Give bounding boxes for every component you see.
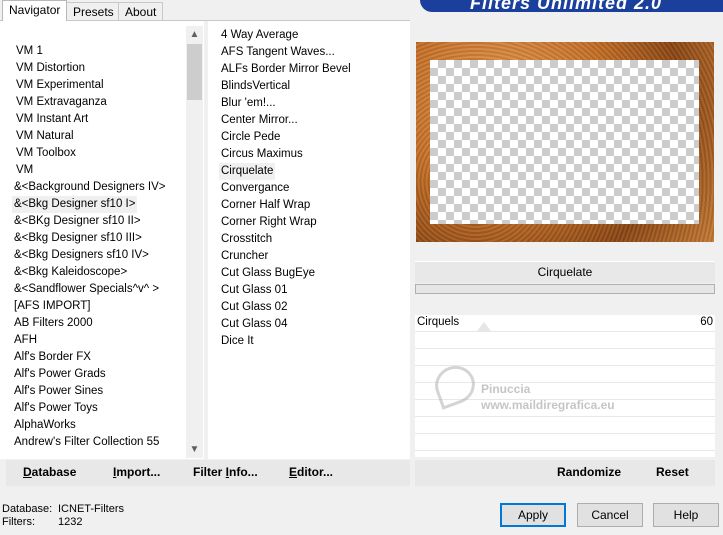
category-item[interactable]: VM 1 [14, 43, 45, 60]
watermark-url: www.maildiregrafica.eu [481, 398, 615, 412]
filter-item[interactable]: AFS Tangent Waves... [219, 44, 337, 61]
category-item[interactable]: AlphaWorks [12, 417, 78, 434]
filter-item[interactable]: Cut Glass BugEye [219, 265, 317, 282]
param-row-empty [415, 332, 715, 349]
filter-item[interactable]: Cruncher [219, 248, 270, 265]
filter-item[interactable]: Circle Pede [219, 129, 282, 146]
category-item[interactable]: &<BKg Designer sf10 II> [12, 213, 143, 230]
apply-button[interactable]: Apply [500, 503, 566, 527]
filter-item[interactable]: Cirquelate [219, 163, 276, 180]
button-label: ditor... [297, 465, 334, 479]
param-label: Cirquels [417, 316, 460, 328]
filter-item[interactable]: ALFs Border Mirror Bevel [219, 61, 353, 78]
button-label: nfo... [229, 465, 258, 479]
scroll-down-icon[interactable]: ▼ [186, 441, 203, 458]
category-item[interactable]: Alf's Power Sines [12, 383, 105, 400]
database-button[interactable]: Database [23, 465, 76, 479]
category-item[interactable]: Alf's Border FX [12, 349, 93, 366]
filter-item[interactable]: Crosstitch [219, 231, 274, 248]
category-item[interactable]: AB Filters 2000 [12, 315, 95, 332]
navigator-button-bar: Database Import... Filter Info... Editor… [6, 460, 410, 486]
slider-marker-icon[interactable] [477, 322, 491, 331]
category-item[interactable]: Alf's Power Toys [12, 400, 100, 417]
param-row-empty [415, 349, 715, 366]
category-item[interactable]: VM Extravaganza [14, 94, 109, 111]
title-banner: Filters Unlimited 2.0 [420, 0, 723, 12]
accel-key: D [23, 465, 32, 479]
reset-button[interactable]: Reset [656, 465, 689, 479]
param-value: 60 [700, 316, 713, 328]
filter-item[interactable]: 4 Way Average [219, 27, 300, 44]
preview-button-bar: Randomize Reset [415, 460, 715, 486]
button-label: atabase [31, 465, 77, 479]
cancel-button[interactable]: Cancel [577, 503, 643, 527]
tab-presets[interactable]: Presets [66, 2, 121, 21]
filter-item[interactable]: Corner Right Wrap [219, 214, 319, 231]
tab-about[interactable]: About [118, 2, 164, 21]
filters-label: Filters: [2, 516, 35, 528]
category-item[interactable]: VM Distortion [14, 60, 87, 77]
filter-item[interactable]: Corner Half Wrap [219, 197, 312, 214]
banner-title: Filters Unlimited 2.0 [470, 0, 663, 12]
transparent-area [430, 60, 699, 224]
filter-item[interactable]: Cut Glass 01 [219, 282, 289, 299]
accel-key: E [289, 465, 298, 479]
category-item[interactable]: VM [14, 162, 35, 179]
scroll-up-icon[interactable]: ▲ [186, 26, 203, 43]
category-item[interactable]: VM Toolbox [14, 145, 78, 162]
category-item[interactable]: AFH [12, 332, 39, 349]
filter-progress-bar [415, 284, 715, 294]
category-item[interactable]: Alf's Power Grads [12, 366, 108, 383]
button-label: Filter [193, 465, 226, 479]
randomize-button[interactable]: Randomize [557, 465, 621, 479]
category-item[interactable]: &<Bkg Kaleidoscope> [12, 264, 129, 281]
category-item[interactable]: &<Background Designers IV> [12, 179, 168, 196]
filter-item[interactable]: Convergance [219, 180, 291, 197]
category-item[interactable]: Andrew's Filter Collection 55 [12, 434, 161, 451]
filter-item[interactable]: Circus Maximus [219, 146, 305, 163]
database-label: Database: [2, 503, 53, 515]
help-button[interactable]: Help [653, 503, 719, 527]
button-label: mport... [116, 465, 161, 479]
database-value: ICNET-Filters [58, 503, 124, 515]
filter-list[interactable]: 4 Way Average AFS Tangent Waves... ALFs Bo… [208, 21, 410, 459]
filter-item[interactable]: BlindsVertical [219, 78, 292, 95]
param-row-empty [415, 434, 715, 451]
category-item[interactable]: &<Bkg Designer sf10 III> [12, 230, 144, 247]
filters-count: 1232 [58, 516, 83, 528]
param-row-cirquels[interactable]: Cirquels 60 [415, 315, 715, 332]
category-scrollbar[interactable]: ▲ ▼ [186, 26, 203, 458]
category-item[interactable]: &<Bkg Designer sf10 I> [12, 196, 138, 213]
category-item[interactable]: [AFS IMPORT] [12, 298, 92, 315]
filter-title: Cirquelate [415, 261, 715, 283]
preview-image [416, 42, 714, 242]
tab-navigator[interactable]: Navigator [2, 0, 68, 21]
category-item[interactable]: VM Instant Art [14, 111, 90, 128]
filter-info-button[interactable]: Filter Info... [193, 465, 258, 479]
param-row-empty [415, 417, 715, 434]
category-item[interactable]: &<Sandflower Specials^v^ > [12, 281, 161, 298]
category-item[interactable]: VM Natural [14, 128, 76, 145]
filter-item[interactable]: Center Mirror... [219, 112, 300, 129]
editor-button[interactable]: Editor... [289, 465, 333, 479]
import-button[interactable]: Import... [113, 465, 160, 479]
filter-item[interactable]: Blur 'em!... [219, 95, 278, 112]
category-item[interactable]: VM Experimental [14, 77, 106, 94]
scroll-thumb[interactable] [187, 44, 202, 100]
filter-item[interactable]: Cut Glass 02 [219, 299, 289, 316]
category-item[interactable]: &<Bkg Designers sf10 IV> [12, 247, 151, 264]
filter-item[interactable]: Cut Glass 04 [219, 316, 289, 333]
filter-item[interactable]: Dice It [219, 333, 256, 350]
category-list[interactable]: VM 1 VM Distortion VM Experimental VM Extra… [0, 21, 204, 459]
watermark-name: Pinuccia [481, 382, 531, 396]
